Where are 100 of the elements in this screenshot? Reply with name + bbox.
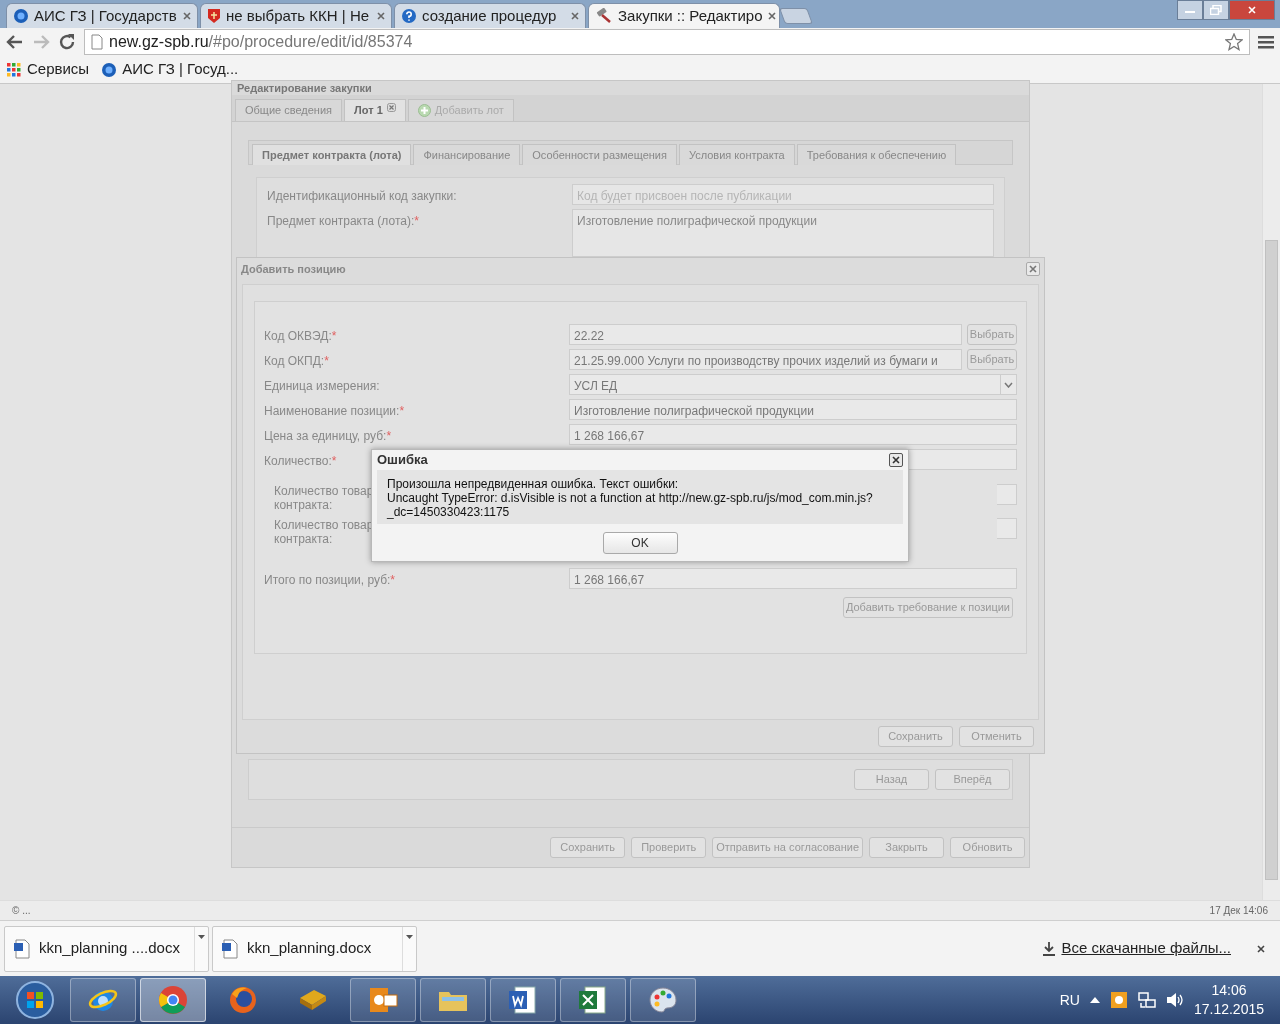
- nav-button[interactable]: Вперёд: [935, 769, 1010, 790]
- input-field[interactable]: 1 268 166,67: [569, 424, 1017, 445]
- wheel-icon: [157, 984, 189, 1016]
- form-tab[interactable]: Лот 1: [344, 99, 406, 121]
- clock-text[interactable]: 14:06 17.12.2015: [1193, 981, 1264, 1019]
- browser-tab[interactable]: АИС ГЗ | Государств: [6, 3, 198, 28]
- star-icon[interactable]: [1225, 33, 1243, 51]
- hammer-icon: [595, 8, 613, 24]
- document-icon: [13, 938, 31, 959]
- ok-button[interactable]: OK: [602, 531, 678, 554]
- select-button[interactable]: Выбрать: [967, 349, 1017, 370]
- menu-icon[interactable]: [1258, 35, 1274, 49]
- field-label: Итого по позиции, руб:*: [264, 573, 396, 587]
- plus-circle-icon: [417, 104, 431, 117]
- close-icon: [1248, 6, 1256, 14]
- form-tab[interactable]: Общие сведения: [235, 99, 343, 121]
- caret-icon[interactable]: [406, 934, 413, 939]
- maximize-button[interactable]: [1203, 0, 1229, 20]
- download-icon: [1043, 941, 1056, 956]
- close-icon: [892, 456, 900, 464]
- taskbar-button[interactable]: [350, 978, 416, 1022]
- start-orb-icon: [15, 980, 55, 1020]
- close-icon: [377, 12, 385, 20]
- document-icon: [507, 984, 539, 1016]
- browser-tab[interactable]: создание процедур: [394, 3, 586, 28]
- crest-icon: [207, 8, 221, 24]
- network-icon[interactable]: [1137, 991, 1156, 1009]
- globe-icon: [101, 61, 118, 78]
- bookmark-link[interactable]: АИС ГЗ | Госуд...: [122, 58, 239, 81]
- field-label: Единица измерения:: [264, 379, 380, 393]
- scrollbar[interactable]: [1262, 84, 1280, 900]
- download-item[interactable]: kkn_planning.docx: [212, 925, 417, 972]
- text-area[interactable]: Изготовление полиграфической продукции: [572, 209, 994, 257]
- footer-button[interactable]: Обновить: [950, 837, 1025, 858]
- close-icon: [1257, 944, 1265, 953]
- input-field[interactable]: [997, 484, 1017, 505]
- caret-icon: [1004, 381, 1013, 388]
- globe-icon: [13, 8, 29, 24]
- close-icon: [571, 12, 579, 20]
- footer-button[interactable]: Закрыть: [869, 837, 944, 858]
- input-field[interactable]: 22.22: [569, 324, 962, 345]
- form-tab[interactable]: Предмет контракта (лота): [252, 144, 412, 165]
- volume-icon[interactable]: [1165, 991, 1184, 1009]
- browser-tab[interactable]: не выбрать ККН | Не: [200, 3, 392, 28]
- document-icon: [221, 938, 239, 959]
- taskbar-button[interactable]: [560, 978, 626, 1022]
- caret-icon[interactable]: [198, 934, 205, 939]
- taskbar-button[interactable]: [490, 978, 556, 1022]
- field-label: Код ОКПД:*: [264, 354, 329, 368]
- footer-button[interactable]: Сохранить: [550, 837, 626, 858]
- close-icon: [767, 12, 776, 20]
- close-icon[interactable]: [386, 103, 396, 112]
- back-icon[interactable]: [6, 34, 24, 50]
- taskbar-button[interactable]: [630, 978, 696, 1022]
- close-icon: [183, 12, 191, 20]
- palette-icon: [647, 984, 679, 1016]
- spreadsheet-icon: [577, 984, 609, 1016]
- field-label: Предмет контракта (лота):*: [267, 214, 419, 228]
- minimize-button[interactable]: [1177, 0, 1203, 20]
- show-all-link[interactable]: Все скачанные файлы...: [1043, 937, 1231, 960]
- close-button[interactable]: [1256, 943, 1266, 954]
- taskbar-button[interactable]: [140, 978, 206, 1022]
- dialog-button[interactable]: Отменить: [959, 726, 1034, 747]
- dropdown[interactable]: УСЛ ЕД: [569, 374, 1017, 395]
- taskbar-button[interactable]: [70, 978, 136, 1022]
- up-arrow-icon[interactable]: [1089, 997, 1100, 1003]
- field-label: Наименование позиции:*: [264, 404, 405, 418]
- input-field[interactable]: Изготовление полиграфической продукции: [569, 399, 1017, 420]
- browser-tab[interactable]: Закупки :: Редактиро: [588, 3, 780, 28]
- nav-button[interactable]: Назад: [854, 769, 929, 790]
- input-field[interactable]: 1 268 166,67: [569, 568, 1017, 589]
- download-item[interactable]: kkn_planning ....docx: [4, 925, 209, 972]
- input-field[interactable]: 21.25.99.000 Услуги по производству прочих изделий из бумаги и: [569, 349, 962, 370]
- bookmark-link[interactable]: Сервисы: [27, 58, 90, 81]
- language-indicator[interactable]: RU: [1059, 989, 1080, 1011]
- page-icon: [91, 34, 103, 50]
- input-field[interactable]: [997, 518, 1017, 539]
- restore-icon: [1210, 5, 1222, 15]
- close-button[interactable]: [889, 453, 903, 467]
- select-button[interactable]: Выбрать: [967, 324, 1017, 345]
- form-tab[interactable]: Требования к обеспечению: [796, 144, 957, 165]
- scroll-thumb[interactable]: [1265, 240, 1278, 880]
- error-message: Произошла непредвиденная ошибка. Текст ошибки: Uncaught TypeError: d.isVisible is not a function at http://new.gz-spb.ru/js/mod_com.min.js? _dc=1450330423:1175: [377, 470, 903, 524]
- close-icon: [1029, 265, 1037, 273]
- footer-button[interactable]: Отправить на согласование: [712, 837, 863, 858]
- form-tab[interactable]: Финансирование: [413, 144, 521, 165]
- status-text: © ...: [12, 904, 31, 918]
- help-icon: [401, 8, 417, 24]
- form-tab[interactable]: Условия контракта: [678, 144, 795, 165]
- field-label: Идентификационный код закупки:: [267, 189, 457, 203]
- address-bar[interactable]: new.gz-spb.ru/#po/procedure/edit/id/85374: [84, 29, 1250, 55]
- globe-icon: [227, 984, 259, 1016]
- add-requirement-button[interactable]: Добавить требование к позиции: [842, 597, 1013, 618]
- url-text: new.gz-spb.ru/#po/procedure/edit/id/85374: [109, 32, 413, 52]
- field-label: Код ОКВЭД:*: [264, 329, 337, 343]
- taskbar-button[interactable]: [420, 978, 486, 1022]
- footer-button[interactable]: Проверить: [631, 837, 707, 858]
- reload-icon[interactable]: [58, 33, 76, 51]
- form-tab[interactable]: Особенности размещения: [522, 144, 677, 165]
- dialog-button[interactable]: Сохранить: [878, 726, 953, 747]
